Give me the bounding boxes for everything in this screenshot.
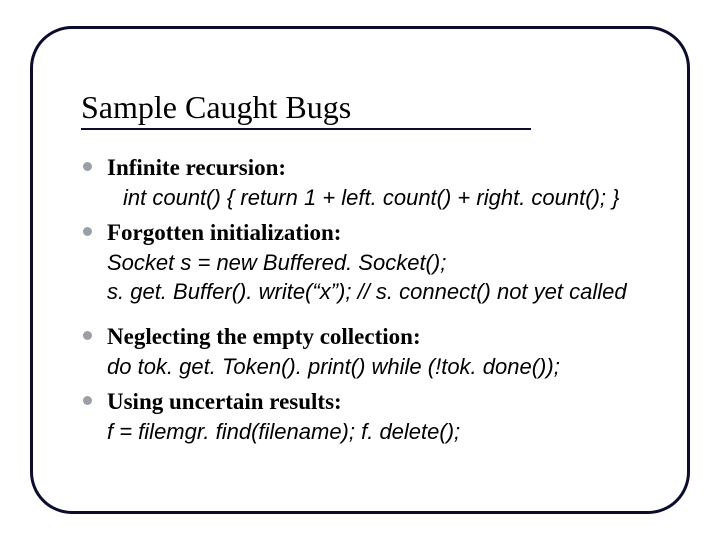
- bullet-heading: Neglecting the empty collection:: [107, 321, 647, 352]
- list-item: Forgotten initialization: Socket s = new…: [81, 217, 647, 307]
- slide: Sample Caught Bugs Infinite recursion: i…: [0, 0, 720, 540]
- code-line: f = filemgr. find(filename); f. delete()…: [107, 417, 647, 447]
- code-line: do tok. get. Token(). print() while (!to…: [107, 352, 647, 382]
- title-wrap: Sample Caught Bugs: [81, 89, 647, 130]
- list-item: Neglecting the empty collection: do tok.…: [81, 321, 647, 382]
- slide-frame: Sample Caught Bugs Infinite recursion: i…: [30, 26, 690, 514]
- code-line: Socket s = new Buffered. Socket();: [107, 248, 647, 278]
- list-item: Infinite recursion: int count() { return…: [81, 152, 647, 213]
- code-line: s. get. Buffer(). write(“x”); // s. conn…: [107, 277, 647, 307]
- bullet-list: Infinite recursion: int count() { return…: [73, 152, 647, 447]
- code-line: int count() { return 1 + left. count() +…: [107, 183, 647, 213]
- slide-title: Sample Caught Bugs: [81, 89, 531, 130]
- bullet-heading: Infinite recursion:: [107, 152, 647, 183]
- bullet-heading: Using uncertain results:: [107, 386, 647, 417]
- bullet-heading: Forgotten initialization:: [107, 217, 647, 248]
- list-item: Using uncertain results: f = filemgr. fi…: [81, 386, 647, 447]
